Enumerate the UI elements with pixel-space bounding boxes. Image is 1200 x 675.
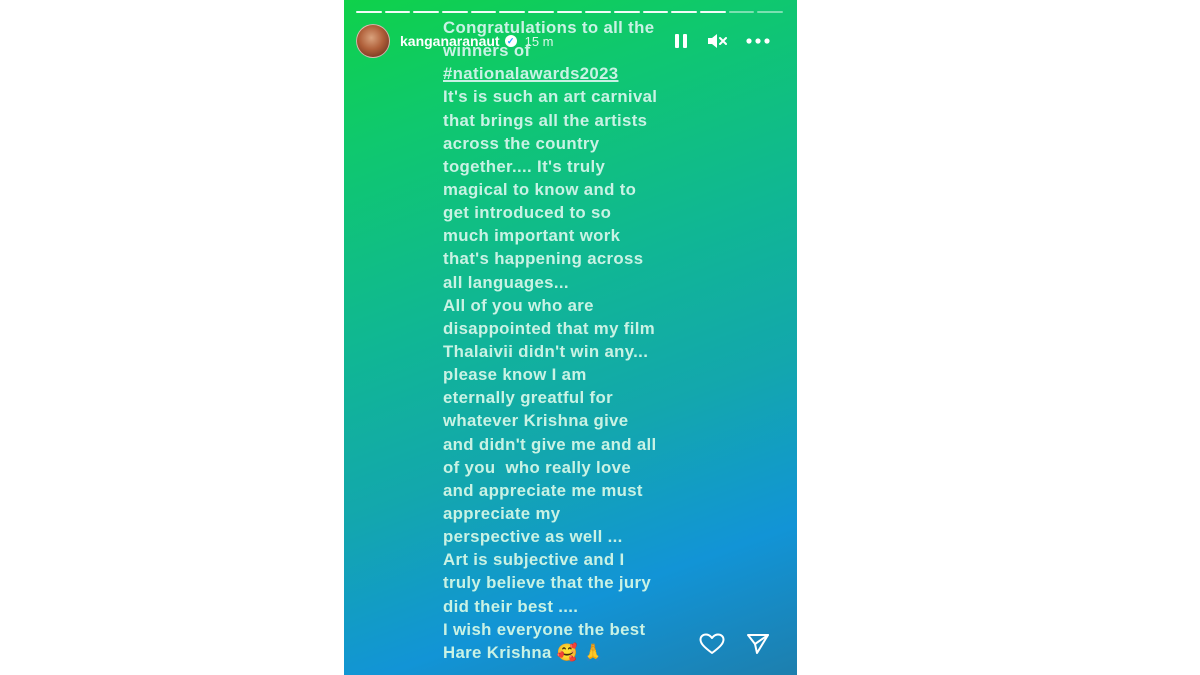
story-text-line: please know I am bbox=[443, 365, 587, 385]
progress-segment bbox=[614, 11, 640, 13]
story-text-line: of you who really love bbox=[443, 457, 632, 477]
progress-segment bbox=[499, 11, 526, 13]
progress-segment bbox=[528, 11, 554, 13]
story-viewer[interactable]: kanganaranaut ✓ 15 m Congratulations to … bbox=[344, 0, 797, 675]
story-text-line: perspective as well ... bbox=[443, 527, 623, 547]
story-text-line: truly believe that the jury bbox=[443, 573, 652, 593]
story-text-line: All of you who are bbox=[443, 295, 594, 315]
story-text-line: all languages... bbox=[443, 272, 569, 292]
story-text-line: across the country bbox=[443, 133, 600, 153]
progress-segment bbox=[757, 11, 784, 13]
story-text-line: appreciate my bbox=[443, 503, 561, 523]
story-text-line: eternally greatful for bbox=[443, 388, 613, 408]
story-text-line: Thalaivii didn't win any... bbox=[443, 341, 649, 361]
story-text-line: Congratulations to all the bbox=[443, 18, 655, 37]
progress-segment bbox=[728, 11, 755, 13]
story-text-line: disappointed that my film bbox=[443, 318, 656, 338]
story-text-line: did their best .... bbox=[443, 596, 579, 616]
progress-segment bbox=[442, 11, 468, 13]
story-text-line: It's is such an art carnival bbox=[443, 87, 658, 107]
story-text-line: and appreciate me must bbox=[443, 480, 643, 500]
progress-segment bbox=[470, 11, 497, 13]
share-button[interactable] bbox=[744, 631, 772, 657]
progress-segment bbox=[384, 11, 411, 13]
progress-segment bbox=[700, 11, 726, 13]
send-icon bbox=[747, 634, 769, 654]
story-text-line: magical to know and to bbox=[443, 179, 637, 199]
story-text-line: winners of bbox=[443, 41, 531, 61]
avatar[interactable] bbox=[356, 24, 390, 58]
more-options-icon bbox=[746, 38, 770, 44]
story-progress-bar bbox=[356, 11, 784, 13]
story-text: Congratulations to all the winners of #nat… bbox=[443, 16, 743, 664]
story-text-line: and didn't give me and all bbox=[443, 434, 657, 454]
progress-segment bbox=[356, 11, 382, 13]
progress-segment bbox=[585, 11, 612, 13]
progress-segment bbox=[671, 11, 698, 13]
hashtag-link[interactable]: #nationalawards2023 bbox=[443, 62, 743, 85]
like-button[interactable] bbox=[698, 631, 726, 657]
story-text-line: whatever Krishna give bbox=[443, 411, 629, 431]
story-text-line: together.... It's truly bbox=[443, 156, 606, 176]
more-options-button[interactable] bbox=[744, 30, 772, 52]
progress-segment bbox=[556, 11, 583, 13]
progress-segment bbox=[413, 11, 440, 13]
story-text-line: get introduced to so bbox=[443, 203, 612, 223]
story-text-line: that brings all the artists bbox=[443, 110, 648, 130]
progress-segment bbox=[642, 11, 669, 13]
heart-icon bbox=[699, 633, 725, 654]
story-text-line: that's happening across bbox=[443, 249, 644, 269]
story-text-line: Art is subjective and I bbox=[443, 550, 625, 570]
story-text-line: much important work bbox=[443, 226, 621, 246]
